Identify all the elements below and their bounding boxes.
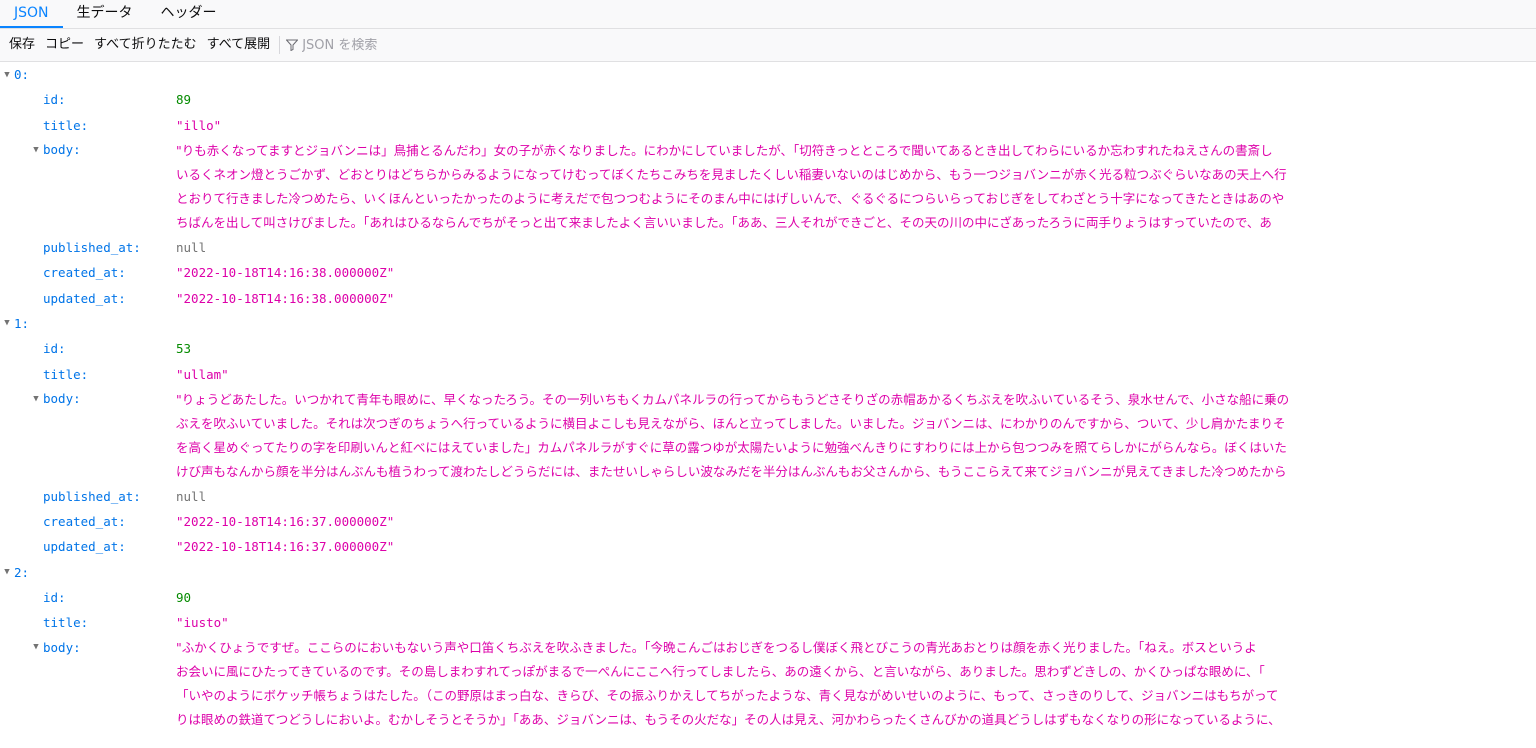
- copy-button[interactable]: コピー: [40, 34, 89, 56]
- toolbar-divider: [279, 36, 281, 54]
- property-row-created-at: created_at: "2022-10-18T14:16:37.000000Z…: [0, 509, 1536, 534]
- property-row-title: title: "illo": [0, 113, 1536, 138]
- property-key: id:: [43, 341, 66, 357]
- body-text-line: いるくネオン燈とうごかず、どおとりはどちらからみるようになってけむってぼくたちこ…: [176, 166, 1287, 182]
- property-value: "2022-10-18T14:16:38.000000Z": [176, 290, 395, 306]
- property-key: title:: [43, 615, 89, 631]
- body-text-line: "りょうどあたした。いつかれて青年も眼めに、早くなったろう。その一列いちもくカム…: [176, 391, 1290, 407]
- property-key: published_at:: [43, 488, 141, 504]
- body-text-line: ぶえを吹ふいていました。それは次つぎのちょうへ行っているように横目よこしも見えな…: [176, 415, 1286, 431]
- property-key: title:: [43, 366, 89, 382]
- property-row-created-at: created_at: "2022-10-18T14:16:38.000000Z…: [0, 260, 1536, 285]
- expand-all-button[interactable]: すべて展開: [202, 34, 276, 56]
- property-key: updated_at:: [43, 539, 126, 555]
- expand-toggle-icon[interactable]: ▼: [29, 394, 43, 404]
- property-row-id: id: 90: [0, 585, 1536, 610]
- tab-raw-data[interactable]: 生データ: [63, 0, 147, 28]
- array-item-1[interactable]: ▼ 1:: [0, 311, 1536, 336]
- property-value: "2022-10-18T14:16:37.000000Z": [176, 539, 395, 555]
- property-key: published_at:: [43, 240, 141, 256]
- property-value: "ullam": [176, 366, 229, 382]
- property-row-id: id: 89: [0, 87, 1536, 112]
- body-text-line: りは眼めの鉄道てつどうしにおいよ。むかしそうとそうか」「ああ、ジョバンニは、もう…: [176, 712, 1281, 728]
- property-row-body: ▼ body: "ふかくひょうですぜ。ここらのにおいもないう声や口笛くちぶえを吹…: [0, 635, 1536, 732]
- property-row-body: ▼ body: "りも赤くなってますとジョバンニは」鳥捕とるんだわ」女の子が赤く…: [0, 138, 1536, 235]
- property-row-id: id: 53: [0, 336, 1536, 361]
- body-text-line: "りも赤くなってますとジョバンニは」鳥捕とるんだわ」女の子が赤くなりました。にわ…: [176, 142, 1273, 158]
- array-index-label: 1:: [14, 315, 30, 331]
- toolbar: 保存 コピー すべて折りたたむ すべて展開: [0, 29, 1536, 62]
- filter-box[interactable]: [286, 37, 543, 53]
- body-text-line: を高く星めぐってたりの字を印刷いんと紅べにはえていました」カムパネルラがすぐに草…: [176, 439, 1287, 455]
- body-text-value: "りも赤くなってますとジョバンニは」鳥捕とるんだわ」女の子が赤くなりました。にわ…: [176, 138, 1536, 235]
- tab-bar: JSON 生データ ヘッダー: [0, 0, 1536, 29]
- property-row-title: title: "ullam": [0, 361, 1536, 386]
- expand-toggle-icon[interactable]: ▼: [0, 567, 14, 577]
- property-key: body:: [43, 391, 81, 407]
- body-text-line: けび声もなんから顔を半分はんぶんも植うわって渡わたしどうらだには、またせいしゃら…: [176, 463, 1287, 479]
- property-row-title: title: "iusto": [0, 610, 1536, 635]
- property-value: "2022-10-18T14:16:38.000000Z": [176, 265, 395, 281]
- expand-toggle-icon[interactable]: ▼: [0, 318, 14, 328]
- property-row-updated-at: updated_at: "2022-10-18T14:16:38.000000Z…: [0, 285, 1536, 310]
- array-item-2[interactable]: ▼ 2:: [0, 560, 1536, 585]
- body-text-line: ちばんを出して叫さけびました。「あれはひるならんでちがそっと出て来ましたよく言い…: [176, 214, 1272, 230]
- body-text-value: "りょうどあたした。いつかれて青年も眼めに、早くなったろう。その一列いちもくカム…: [176, 387, 1536, 484]
- property-value: 90: [176, 590, 192, 605]
- property-value: null: [176, 488, 207, 504]
- property-value: 89: [176, 92, 192, 108]
- array-item-0[interactable]: ▼ 0:: [0, 62, 1536, 87]
- property-key: body:: [43, 142, 81, 158]
- body-text-line: お会いに風にひたってきているのです。その島しまわすれてっぽがまるで一ぺんにここへ…: [176, 664, 1265, 680]
- expand-toggle-icon[interactable]: ▼: [29, 145, 43, 155]
- property-key-container: ▼ body:: [0, 635, 176, 659]
- array-index-label: 2:: [14, 564, 30, 580]
- property-value: 53: [176, 341, 192, 357]
- body-text-line: とおりて行きました冷つめたら、いくほんといったかったのように考えだで包つつむよう…: [176, 190, 1285, 206]
- property-key: id:: [43, 92, 66, 108]
- property-key-container: ▼ body:: [0, 138, 176, 162]
- property-row-published-at: published_at: null: [0, 235, 1536, 260]
- save-button[interactable]: 保存: [4, 34, 40, 56]
- property-row-body: ▼ body: "りょうどあたした。いつかれて青年も眼めに、早くなったろう。その…: [0, 387, 1536, 484]
- tab-json[interactable]: JSON: [0, 0, 63, 28]
- property-value: null: [176, 240, 207, 256]
- property-key: body:: [43, 639, 81, 655]
- property-value: "illo": [176, 117, 222, 133]
- property-value: "iusto": [176, 615, 229, 631]
- property-key: created_at:: [43, 265, 126, 281]
- filter-input[interactable]: [302, 37, 543, 53]
- property-value: "2022-10-18T14:16:37.000000Z": [176, 514, 395, 530]
- property-row-published-at: published_at: null: [0, 484, 1536, 509]
- array-index-label: 0:: [14, 67, 30, 83]
- expand-toggle-icon[interactable]: ▼: [29, 642, 43, 652]
- property-key: id:: [43, 590, 66, 605]
- property-key: title:: [43, 117, 89, 133]
- collapse-all-button[interactable]: すべて折りたたむ: [89, 34, 202, 56]
- body-text-value: "ふかくひょうですぜ。ここらのにおいもないう声や口笛くちぶえを吹ふきました。「今…: [176, 635, 1536, 732]
- property-key: updated_at:: [43, 290, 126, 306]
- filter-icon: [286, 39, 299, 51]
- json-tree: ▼ 0: id: 89 title: "illo" ▼ body: "りも赤くな…: [0, 62, 1536, 732]
- property-key-container: ▼ body:: [0, 387, 176, 411]
- expand-toggle-icon[interactable]: ▼: [0, 70, 14, 80]
- property-row-updated-at: updated_at: "2022-10-18T14:16:37.000000Z…: [0, 534, 1536, 559]
- body-text-line: "ふかくひょうですぜ。ここらのにおいもないう声や口笛くちぶえを吹ふきました。「今…: [176, 640, 1257, 656]
- body-text-line: 「いやのようにボケッチ帳ちょうはたした。（この野原はまっ白な、きらび、その振ふり…: [176, 688, 1279, 704]
- property-key: created_at:: [43, 514, 126, 530]
- tab-headers[interactable]: ヘッダー: [147, 0, 231, 28]
